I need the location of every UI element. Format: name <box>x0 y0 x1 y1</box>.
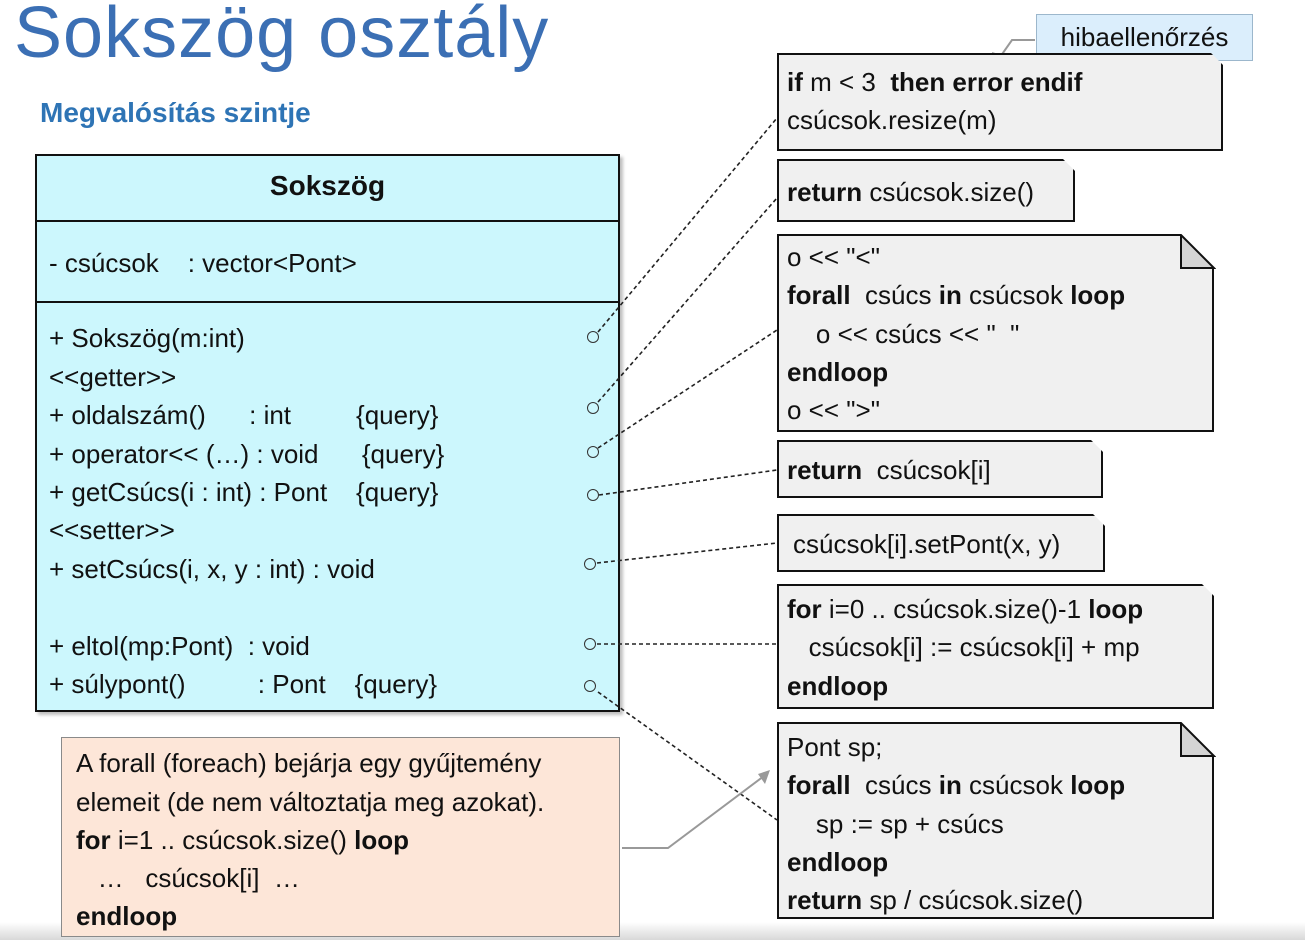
note-eltol: for i=0 .. csúcsok.size()-1 loop csúcsok… <box>777 584 1214 709</box>
connector-setcsucs <box>596 542 778 564</box>
note-operator-line1: o << "<" <box>787 242 880 272</box>
note-eltol-line2: csúcsok[i] := csúcsok[i] + mp <box>787 632 1140 662</box>
info-line2: elemeit (de nem változtatja meg azokat). <box>76 787 545 817</box>
note-constructor: if m < 3 then error endif csúcsok.resize… <box>777 53 1223 151</box>
note-operator-line5: o << ">" <box>787 395 880 425</box>
info-arrow-head <box>758 770 770 784</box>
note-setcsucs-line: csúcsok[i].setPont(x, y) <box>793 529 1061 559</box>
info-line5: endloop <box>76 901 178 931</box>
note-constructor-line1: if m < 3 then error endif <box>787 67 1083 97</box>
connector-operator <box>597 329 778 449</box>
uml-port-constructor <box>587 331 599 343</box>
note-operator-fold <box>1180 234 1216 269</box>
uml-port-oldalszam <box>587 402 599 414</box>
info-box-forall: A forall (foreach) bejárja egy gyűjtemén… <box>61 737 620 937</box>
connector-getcsucs <box>598 469 778 496</box>
uml-port-setcsucs <box>584 558 596 570</box>
info-line4: … csúcsok[i] … <box>76 863 300 893</box>
note-operator-line2: forall csúcs in csúcsok loop <box>787 280 1126 310</box>
info-line3: for i=1 .. csúcsok.size() loop <box>76 825 410 855</box>
note-sulypont: Pont sp; forall csúcs in csúcsok loop sp… <box>777 722 1214 919</box>
note-sulypont-line5: return sp / csúcsok.size() <box>787 885 1084 915</box>
connector-sulypont <box>597 691 778 821</box>
note-sulypont-line1: Pont sp; <box>787 732 883 762</box>
uml-port-getcsucs <box>587 489 599 501</box>
note-sulypont-line3: sp := sp + csúcs <box>787 809 1004 839</box>
note-eltol-line1: for i=0 .. csúcsok.size()-1 loop <box>787 594 1144 624</box>
connector-oldalszam <box>597 197 778 403</box>
note-constructor-line2: csúcsok.resize(m) <box>787 105 997 135</box>
note-operator: o << "<" forall csúcs in csúcsok loop o … <box>777 234 1214 432</box>
note-eltol-line3: endloop <box>787 671 889 701</box>
note-operator-line3: o << csúcs << " " <box>787 319 1020 349</box>
note-getcsucs-line: return csúcsok[i] <box>787 455 991 485</box>
note-operator-line4: endloop <box>787 357 889 387</box>
info-arrow-line <box>622 772 769 849</box>
uml-port-eltol <box>584 638 596 650</box>
uml-port-sulypont <box>584 680 596 692</box>
note-oldalszam: return csúcsok.size() <box>777 159 1075 222</box>
note-sulypont-fold <box>1180 722 1216 757</box>
note-sulypont-line2: forall csúcs in csúcsok loop <box>787 770 1126 800</box>
info-line1: A forall (foreach) bejárja egy gyűjtemén… <box>76 748 542 778</box>
note-sulypont-line4: endloop <box>787 847 889 877</box>
note-oldalszam-line: return csúcsok.size() <box>787 177 1035 207</box>
uml-port-operator <box>587 446 599 458</box>
note-getcsucs: return csúcsok[i] <box>777 440 1103 498</box>
note-setcsucs: csúcsok[i].setPont(x, y) <box>777 514 1105 572</box>
